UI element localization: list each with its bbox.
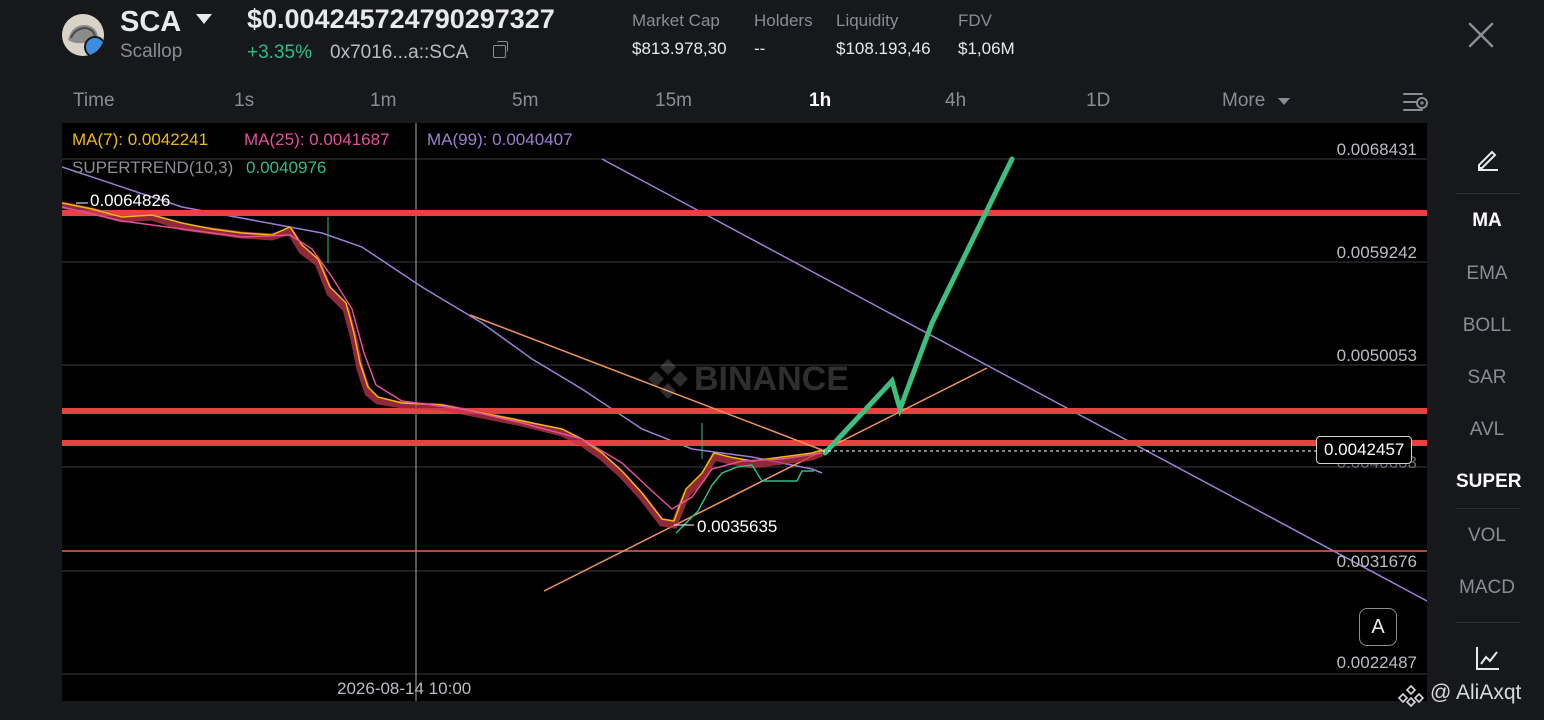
x-axis-time-label: 2026-08-14 10:00: [337, 679, 472, 698]
indicator-vol[interactable]: VOL: [1456, 525, 1518, 547]
price-change: +3.35%: [247, 42, 312, 63]
stat-liquidity-label: Liquidity: [836, 11, 899, 30]
tab-1d[interactable]: 1D: [1086, 90, 1110, 112]
auto-scale-button[interactable]: A: [1359, 608, 1397, 646]
resistance-level-2: [62, 408, 1427, 414]
tab-1h[interactable]: 1h: [809, 90, 831, 112]
indicator-ma[interactable]: MA: [1456, 210, 1518, 232]
binance-square-icon: [1398, 684, 1424, 708]
token-price: $0.004245724790297327: [247, 4, 555, 34]
low-price-label: 0.0035635: [697, 517, 778, 536]
indicator-super[interactable]: SUPER: [1456, 471, 1521, 493]
author-credit: @ AliAxqt: [1430, 681, 1522, 704]
contract-address[interactable]: 0x7016...a::SCA: [330, 42, 468, 64]
caret-down-icon[interactable]: [1278, 98, 1290, 105]
y-tick-label: 0.0050053: [1336, 346, 1417, 365]
stat-holders-value: --: [754, 39, 766, 58]
tab-time[interactable]: Time: [73, 90, 115, 112]
y-tick-label: 0.0059242: [1336, 243, 1417, 262]
binance-watermark-text: BINANCE: [694, 360, 849, 398]
stat-liquidity-value: $108.193,46: [836, 39, 931, 58]
resistance-level-1: [62, 210, 1427, 216]
chart-settings-icon[interactable]: [1402, 90, 1430, 114]
token-logo: [62, 14, 104, 56]
stat-market-cap-value: $813.978,30: [632, 39, 727, 58]
legend-supertrend-label: SUPERTREND(10,3): [72, 158, 234, 177]
stat-fdv-value: $1,06M: [958, 39, 1015, 58]
indicator-sar[interactable]: SAR: [1456, 367, 1518, 389]
stat-market-cap-label: Market Cap: [632, 11, 720, 30]
chart-line-icon[interactable]: [1474, 644, 1502, 672]
chart-canvas: BINANCE: [62, 123, 1427, 701]
divider: [1456, 193, 1520, 194]
stat-holders-label: Holders: [754, 11, 813, 30]
pencil-icon[interactable]: [1474, 144, 1502, 172]
legend-ma7: MA(7): 0.0042241: [72, 130, 209, 149]
close-icon[interactable]: [1466, 20, 1496, 50]
token-name: Scallop: [120, 41, 183, 62]
resistance-level-3: [62, 440, 1427, 446]
tab-more[interactable]: More: [1222, 90, 1265, 112]
legend-ma99: MA(99): 0.0040407: [427, 130, 573, 149]
legend-supertrend-value: 0.0040976: [246, 158, 327, 177]
indicator-macd[interactable]: MACD: [1456, 577, 1518, 599]
stat-fdv-label: FDV: [958, 11, 992, 30]
tab-4h[interactable]: 4h: [945, 90, 966, 112]
copy-icon[interactable]: [493, 41, 508, 58]
divider: [1456, 508, 1520, 509]
current-price-tag: 0.0042457: [1316, 436, 1413, 464]
indicator-ema[interactable]: EMA: [1456, 263, 1518, 285]
tab-1s[interactable]: 1s: [234, 90, 254, 112]
indicator-boll[interactable]: BOLL: [1456, 315, 1518, 337]
high-price-label: 0.0064826: [90, 191, 171, 210]
y-tick-label: 0.0068431: [1336, 140, 1417, 159]
token-symbol[interactable]: SCA: [120, 6, 181, 39]
tab-1m[interactable]: 1m: [370, 90, 396, 112]
tab-5m[interactable]: 5m: [512, 90, 538, 112]
price-chart[interactable]: BINANCE MA(7): 0.0042241 MA(25): 0.00416…: [62, 123, 1427, 701]
divider: [1456, 622, 1520, 623]
chevron-down-icon[interactable]: [196, 14, 212, 24]
y-tick-label: 0.0031676: [1336, 552, 1417, 571]
tab-15m[interactable]: 15m: [655, 90, 692, 112]
legend-ma25: MA(25): 0.0041687: [244, 130, 390, 149]
indicator-avl[interactable]: AVL: [1456, 419, 1518, 441]
y-tick-label: 0.0022487: [1336, 653, 1417, 672]
